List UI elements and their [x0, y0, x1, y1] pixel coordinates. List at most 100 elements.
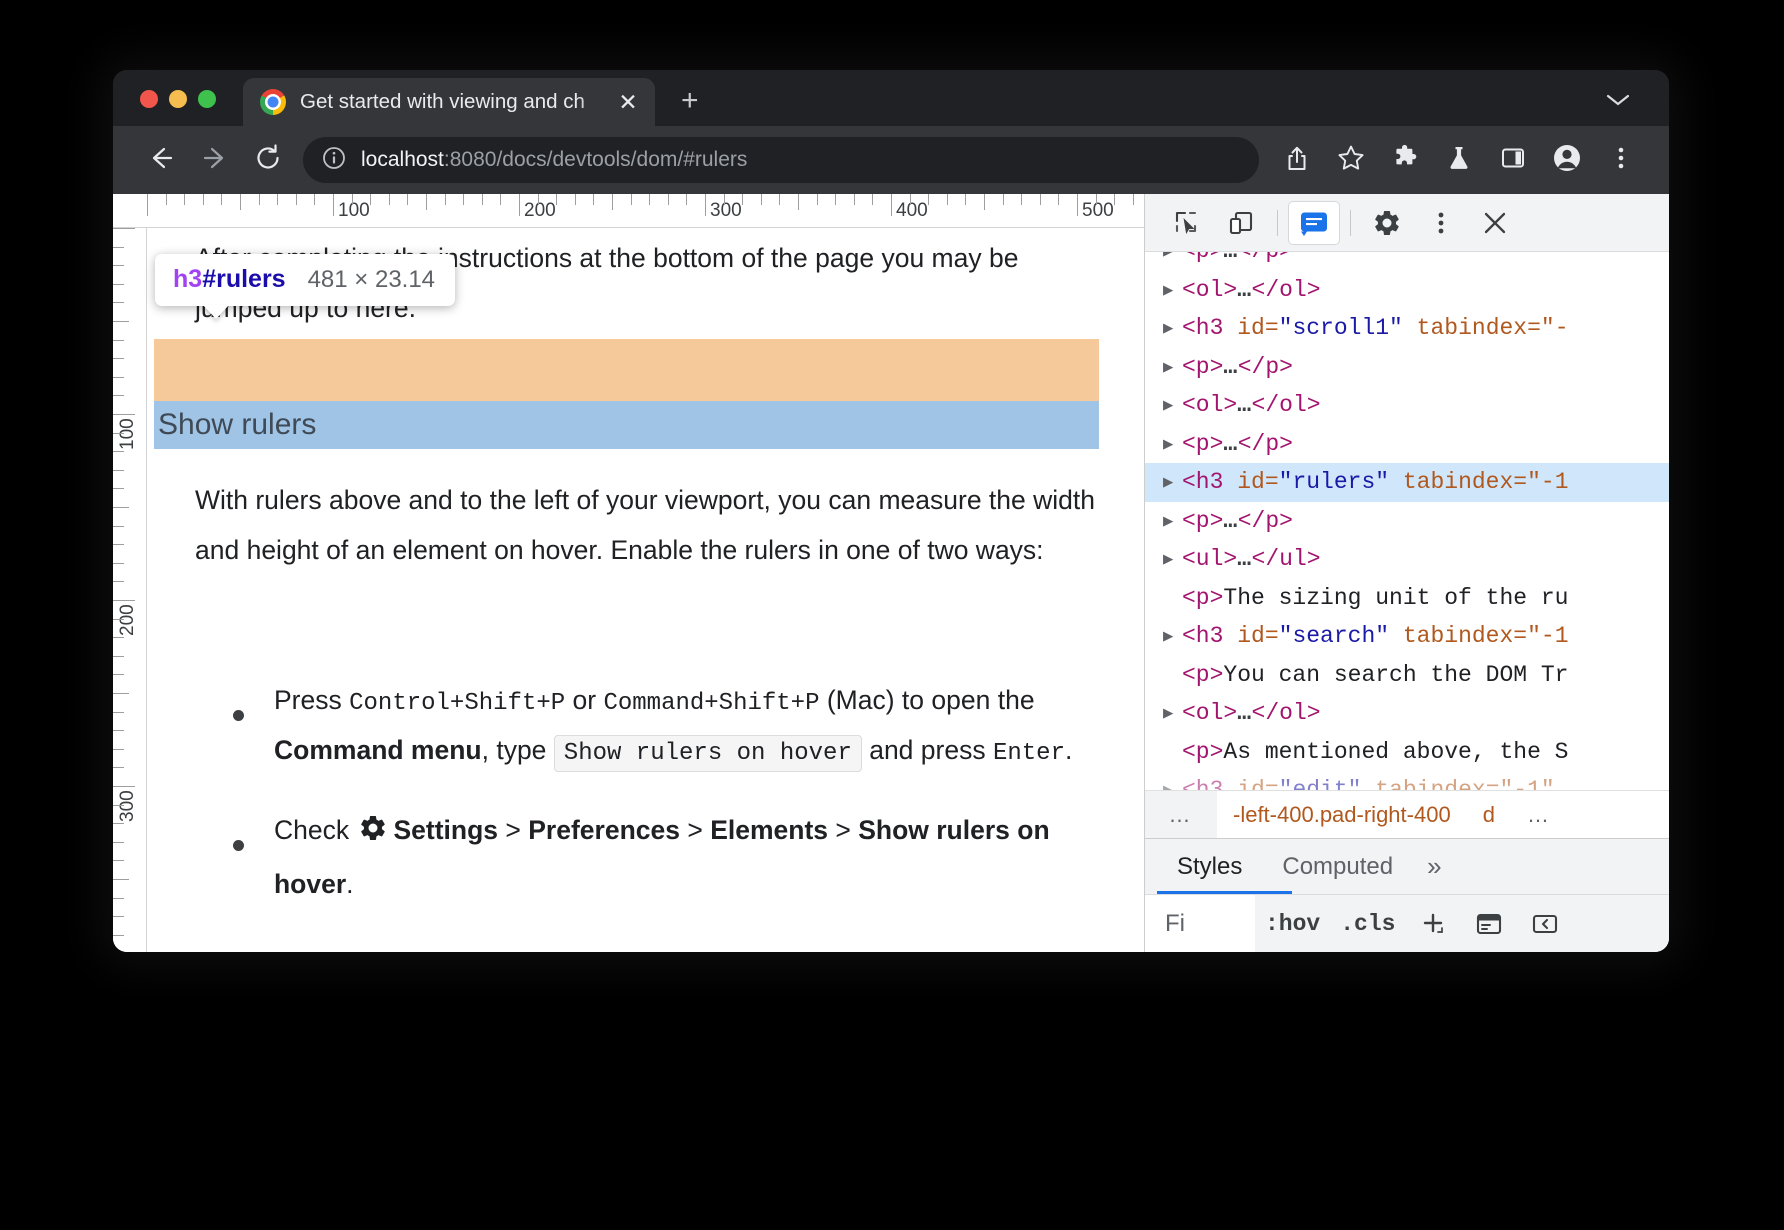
profile-avatar-icon[interactable] — [1541, 143, 1593, 178]
ruler-tick — [113, 302, 124, 303]
disclosure-triangle-icon[interactable]: ▶ — [1163, 542, 1182, 581]
rulers-description-paragraph: With rulers above and to the left of you… — [147, 476, 1144, 576]
dom-tree-row[interactable]: ▶<p>…</p> — [1145, 252, 1669, 271]
disclosure-triangle-icon[interactable]: ▶ — [1163, 427, 1182, 466]
breadcrumb-overflow-button[interactable]: … — [1145, 791, 1217, 838]
dom-tree-row[interactable]: ▶<p>…</p> — [1145, 425, 1669, 464]
close-icon[interactable] — [1469, 201, 1521, 245]
dom-tree-row[interactable]: ▶<ul>…</ul> — [1145, 540, 1669, 579]
back-arrow-icon[interactable] — [133, 143, 187, 178]
disclosure-triangle-icon[interactable]: ▶ — [1163, 388, 1182, 427]
dom-tree-row[interactable]: ▶<ol>…</ol> — [1145, 271, 1669, 310]
bullet-dot-icon — [233, 840, 244, 851]
address-bar[interactable]: localhost:8080/docs/devtools/dom/#rulers — [303, 137, 1259, 183]
ruler-tick — [575, 194, 576, 205]
ruler-tick — [500, 194, 501, 205]
close-window-button[interactable] — [140, 90, 158, 108]
dom-tree-row[interactable]: ▶<p>…</p> — [1145, 348, 1669, 387]
disclosure-triangle-icon[interactable]: ▶ — [1163, 273, 1182, 312]
maximize-window-button[interactable] — [198, 90, 216, 108]
dom-tree[interactable]: ▶<p>…</p>▶<ol>…</ol>▶<h3 id="scroll1" ta… — [1145, 252, 1669, 790]
page-content: After completing the instructions at the… — [147, 228, 1144, 952]
settings-gear-icon[interactable] — [1361, 201, 1413, 245]
hover-state-toggle[interactable]: :hov — [1255, 911, 1330, 937]
ruler-tick — [113, 823, 124, 824]
ruler-tick — [166, 194, 167, 205]
dom-tree-row[interactable]: ▶<h3 id="edit" tabindex="-1" — [1145, 771, 1669, 790]
ruler-tick — [984, 194, 985, 210]
bookmark-star-icon[interactable] — [1325, 143, 1377, 178]
dom-tree-row[interactable]: ▶<p>…</p> — [1145, 502, 1669, 541]
labs-flask-icon[interactable] — [1433, 144, 1485, 177]
dom-open-tag: <ol> — [1182, 700, 1237, 726]
ruler-tick — [113, 749, 124, 750]
dom-open-tag: <p> — [1182, 354, 1223, 380]
dom-tree-row[interactable]: ▶<h3 id="scroll1" tabindex="- — [1145, 309, 1669, 348]
dom-open-tag: <h3 — [1182, 777, 1223, 790]
toggle-sidebar-icon[interactable] — [1517, 909, 1573, 939]
tab-overflow-icon[interactable]: » — [1413, 851, 1455, 882]
dom-attr-name: tabindex="- — [1403, 315, 1569, 341]
ruler-tick — [203, 194, 204, 205]
bullet-dot-icon — [233, 710, 244, 721]
breadcrumb-item[interactable]: d — [1467, 802, 1511, 828]
ruler-tick — [113, 526, 124, 527]
filter-input[interactable]: Fi — [1145, 895, 1255, 952]
devtools-toolbar — [1145, 194, 1669, 252]
disclosure-triangle-icon[interactable]: ▶ — [1163, 311, 1182, 350]
device-toolbar-icon[interactable] — [1215, 201, 1267, 245]
computed-sidebar-icon[interactable] — [1461, 909, 1517, 939]
new-style-rule-icon[interactable] — [1405, 909, 1461, 939]
dom-tree-row[interactable]: ▶<ol>…</ol> — [1145, 386, 1669, 425]
close-icon[interactable]: ✕ — [615, 91, 641, 114]
shortcut-key-mac: Command+Shift+P — [603, 690, 819, 717]
share-icon[interactable] — [1271, 144, 1323, 177]
dom-tree-row[interactable]: ▶<ol>…</ol> — [1145, 694, 1669, 733]
elements-panel-icon[interactable] — [1288, 201, 1340, 245]
breadcrumb: … -left-400.pad-right-400 d … — [1145, 790, 1669, 838]
gear-icon — [358, 810, 388, 860]
forward-arrow-icon[interactable] — [187, 143, 241, 178]
dom-tree-row[interactable]: ▶<p>The sizing unit of the ru — [1145, 579, 1669, 618]
new-tab-button[interactable]: + — [681, 86, 699, 116]
class-toggle[interactable]: .cls — [1330, 911, 1405, 937]
tab-styles[interactable]: Styles — [1157, 839, 1262, 894]
dom-tree-row-selected[interactable]: ▶<h3 id="rulers" tabindex="-1 — [1145, 463, 1669, 502]
bullet-mid: and press — [862, 735, 993, 765]
url-host: localhost — [361, 148, 444, 171]
extensions-puzzle-icon[interactable] — [1379, 144, 1431, 177]
minimize-window-button[interactable] — [169, 90, 187, 108]
reload-icon[interactable] — [241, 143, 295, 178]
more-options-icon[interactable] — [1415, 201, 1467, 245]
styles-filter-bar: Fi :hov .cls — [1145, 894, 1669, 952]
chevron-down-icon[interactable] — [1605, 92, 1631, 113]
ruler-tick — [928, 194, 929, 205]
side-panel-icon[interactable] — [1487, 144, 1539, 177]
ruler-tick — [221, 194, 222, 205]
ruler-tick — [113, 619, 124, 620]
inspect-element-icon[interactable] — [1161, 201, 1213, 245]
dom-attr-name: id= — [1223, 623, 1278, 649]
ruler-tick — [113, 693, 129, 694]
site-info-icon[interactable] — [321, 145, 347, 176]
disclosure-triangle-icon[interactable]: ▶ — [1163, 773, 1182, 790]
disclosure-triangle-icon[interactable]: ▶ — [1163, 504, 1182, 543]
disclosure-triangle-icon[interactable]: ▶ — [1163, 252, 1182, 273]
chrome-logo-icon — [260, 89, 286, 115]
tab-computed[interactable]: Computed — [1262, 839, 1413, 894]
disclosure-triangle-icon[interactable]: ▶ — [1163, 619, 1182, 658]
breadcrumb-item[interactable]: -left-400.pad-right-400 — [1217, 802, 1467, 828]
devtools-panel: ▶<p>…</p>▶<ol>…</ol>▶<h3 id="scroll1" ta… — [1144, 194, 1669, 952]
ruler-tick — [761, 194, 762, 205]
dom-tree-row[interactable]: ▶<h3 id="search" tabindex="-1 — [1145, 617, 1669, 656]
breadcrumb-overflow-end[interactable]: … — [1511, 802, 1565, 828]
ruler-label: 500 — [1082, 200, 1114, 222]
more-menu-icon[interactable] — [1595, 144, 1647, 177]
disclosure-triangle-icon[interactable]: ▶ — [1163, 465, 1182, 504]
element-inspect-tooltip: h3#rulers 481 × 23.14 — [155, 254, 455, 306]
dom-tree-row[interactable]: ▶<p>You can search the DOM Tr — [1145, 656, 1669, 695]
dom-tree-row[interactable]: ▶<p>As mentioned above, the S — [1145, 733, 1669, 772]
browser-tab[interactable]: Get started with viewing and ch ✕ — [243, 78, 655, 126]
disclosure-triangle-icon[interactable]: ▶ — [1163, 696, 1182, 735]
disclosure-triangle-icon[interactable]: ▶ — [1163, 350, 1182, 389]
